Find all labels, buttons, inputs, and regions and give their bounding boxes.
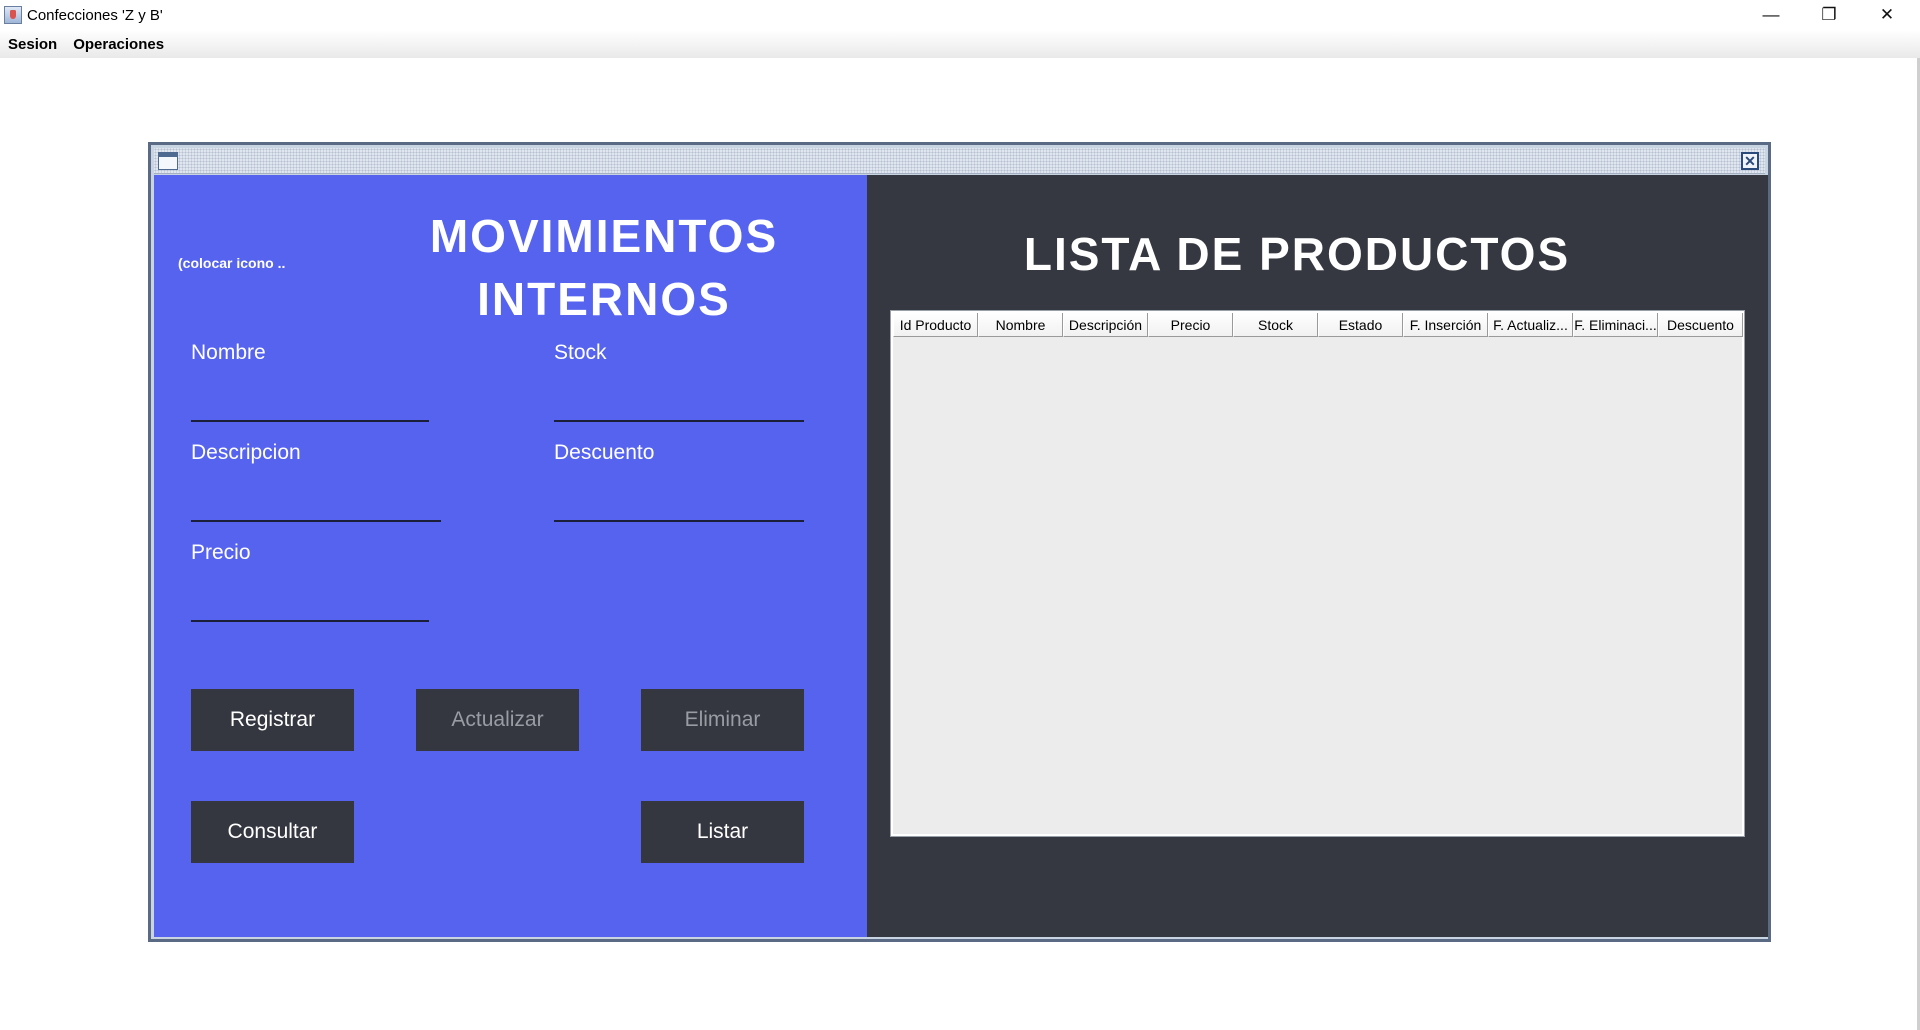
nombre-label: Nombre bbox=[191, 341, 266, 364]
icon-placeholder-text: (colocar icono .. bbox=[178, 255, 286, 271]
java-app-icon bbox=[4, 6, 22, 24]
nombre-field[interactable] bbox=[191, 420, 429, 422]
product-list-panel: LISTA DE PRODUCTOS Id Producto Nombre De… bbox=[867, 175, 1768, 937]
column-header[interactable]: F. Inserción bbox=[1403, 313, 1488, 337]
eliminar-button[interactable]: Eliminar bbox=[641, 689, 804, 751]
column-header[interactable]: Id Producto bbox=[893, 313, 978, 337]
column-header[interactable]: F. Eliminaci... bbox=[1573, 313, 1658, 337]
precio-label: Precio bbox=[191, 541, 251, 564]
registrar-button[interactable]: Registrar bbox=[191, 689, 354, 751]
frame-window-icon bbox=[158, 152, 178, 170]
descripcion-label: Descripcion bbox=[191, 441, 301, 464]
form-title: MOVIMIENTOS INTERNOS bbox=[404, 205, 804, 331]
descripcion-field[interactable] bbox=[191, 520, 441, 522]
descuento-label: Descuento bbox=[554, 441, 655, 464]
listar-button[interactable]: Listar bbox=[641, 801, 804, 863]
maximize-button[interactable]: ❐ bbox=[1800, 0, 1858, 30]
column-header[interactable]: Estado bbox=[1318, 313, 1403, 337]
products-table[interactable]: Id Producto Nombre Descripción Precio St… bbox=[890, 310, 1745, 837]
form-panel: (colocar icono .. MOVIMIENTOS INTERNOS N… bbox=[154, 175, 867, 937]
column-header[interactable]: Nombre bbox=[978, 313, 1063, 337]
consultar-button[interactable]: Consultar bbox=[191, 801, 354, 863]
column-header[interactable]: F. Actualiz... bbox=[1488, 313, 1573, 337]
internal-frame: ✕ (colocar icono .. MOVIMIENTOS INTERNOS… bbox=[148, 142, 1771, 942]
menu-sesion[interactable]: Sesion bbox=[8, 36, 57, 53]
column-header[interactable]: Descripción bbox=[1063, 313, 1148, 337]
internal-frame-title-bar[interactable]: ✕ bbox=[154, 148, 1765, 174]
window-title-bar: Confecciones 'Z y B' — ❐ ✕ bbox=[0, 0, 1920, 30]
frame-close-button[interactable]: ✕ bbox=[1741, 152, 1759, 170]
minimize-button[interactable]: — bbox=[1742, 0, 1800, 30]
column-header[interactable]: Descuento bbox=[1658, 313, 1743, 337]
descuento-field[interactable] bbox=[554, 520, 804, 522]
stock-field[interactable] bbox=[554, 420, 804, 422]
window-title: Confecciones 'Z y B' bbox=[27, 7, 163, 24]
menu-operaciones[interactable]: Operaciones bbox=[73, 36, 164, 53]
product-list-title: LISTA DE PRODUCTOS bbox=[1023, 228, 1571, 280]
column-header[interactable]: Stock bbox=[1233, 313, 1318, 337]
menu-bar: Sesion Operaciones bbox=[0, 30, 1920, 58]
column-header[interactable]: Precio bbox=[1148, 313, 1233, 337]
form-title-line-1: MOVIMIENTOS bbox=[429, 210, 779, 262]
stock-label: Stock bbox=[554, 341, 607, 364]
table-body[interactable] bbox=[893, 337, 1742, 834]
close-window-button[interactable]: ✕ bbox=[1858, 0, 1916, 30]
precio-field[interactable] bbox=[191, 620, 429, 622]
actualizar-button[interactable]: Actualizar bbox=[416, 689, 579, 751]
form-title-line-2: INTERNOS bbox=[477, 273, 731, 325]
table-header-row: Id Producto Nombre Descripción Precio St… bbox=[893, 313, 1743, 337]
